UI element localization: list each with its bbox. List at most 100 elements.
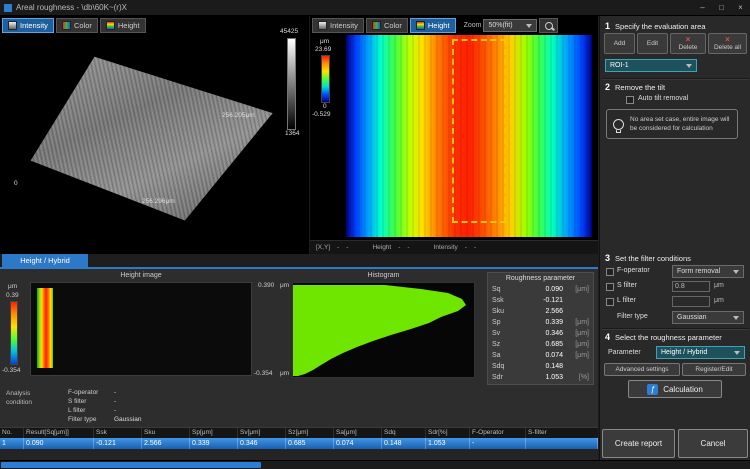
axis-label-origin: 0: [14, 180, 18, 187]
histogram-max-unit: μm: [280, 282, 289, 289]
cancel-button[interactable]: Cancel: [678, 429, 748, 458]
tab-height-hybrid[interactable]: Height / Hybrid: [2, 254, 88, 267]
register-edit-button[interactable]: Register/Edit: [682, 363, 746, 376]
param-value: 0.346: [514, 330, 563, 337]
delete-x-icon: ×: [686, 36, 691, 44]
roughness-row: Sa0.074[μm]: [488, 350, 593, 361]
section-2-number: 2: [605, 82, 610, 92]
height-image-unit: μm: [8, 283, 17, 290]
maximize-button[interactable]: □: [712, 0, 731, 15]
col-header[interactable]: Sv[μm]: [238, 428, 286, 438]
col-header[interactable]: S-filter: [526, 428, 598, 438]
col-header[interactable]: Ssk: [94, 428, 142, 438]
tab-height-hybrid-label: Height / Hybrid: [20, 256, 70, 265]
cancel-button-label: Cancel: [701, 439, 726, 448]
col-header[interactable]: No.: [0, 428, 24, 438]
chevron-down-icon: [734, 351, 740, 355]
chevron-down-icon: [733, 316, 739, 320]
param-name: Sa: [492, 352, 514, 359]
axis-label-x: 256.296μm: [142, 198, 175, 205]
condition-row: F-operator-: [68, 389, 116, 396]
view-3d-toolbar: Intensity Color Height: [2, 18, 146, 33]
color-button-2d-label: Color: [384, 21, 402, 30]
cell: 2.566: [142, 438, 190, 449]
color-button[interactable]: Color: [56, 18, 98, 33]
xy-label: [X,Y]: [316, 244, 330, 251]
param-name: Sdq: [492, 363, 514, 370]
height-button[interactable]: Height: [100, 18, 146, 33]
roi-select[interactable]: ROI-1: [605, 59, 697, 72]
intensity-value-2: -: [474, 244, 476, 251]
evaluation-roi-rectangle[interactable]: [452, 39, 506, 223]
height-map-image[interactable]: [346, 35, 592, 237]
zoom-tool-button[interactable]: [539, 18, 558, 33]
color-icon: [62, 21, 71, 30]
minimize-button[interactable]: –: [693, 0, 712, 15]
form-removal-value: Form removal: [677, 268, 720, 275]
close-button[interactable]: ×: [731, 0, 750, 15]
col-header[interactable]: Sdq: [382, 428, 426, 438]
height-image-min: -0.354: [2, 367, 20, 374]
l-filter-input[interactable]: [672, 296, 710, 307]
col-header[interactable]: Result[Sq[μm]]: [24, 428, 94, 438]
condition-value: -: [114, 407, 116, 414]
s-filter-input[interactable]: [672, 281, 710, 292]
parameter-select[interactable]: Height / Hybrid: [656, 346, 745, 359]
intensity-status-label: Intensity: [434, 244, 458, 251]
filter-type-select[interactable]: Gaussian: [672, 311, 744, 324]
cell: 0.148: [382, 438, 426, 449]
col-header[interactable]: Sz[μm]: [286, 428, 334, 438]
filter-type-value: Gaussian: [677, 314, 707, 321]
height-image-max: 0.39: [6, 292, 19, 299]
param-name: Sq: [492, 286, 514, 293]
zoom-select[interactable]: 50%(fit): [483, 19, 537, 32]
auto-tilt-checkbox[interactable]: [626, 96, 634, 104]
delete-x-icon: ×: [725, 36, 730, 44]
intensity-button-2d-label: Intensity: [330, 21, 358, 30]
intensity-value-1: -: [465, 244, 467, 251]
col-header[interactable]: Sdr[%]: [426, 428, 470, 438]
color-button-2d[interactable]: Color: [366, 18, 408, 33]
xy-value-2: -: [346, 244, 348, 251]
advanced-settings-button[interactable]: Advanced settings: [604, 363, 680, 376]
intensity-button[interactable]: Intensity: [2, 18, 54, 33]
horizontal-scrollbar[interactable]: [0, 460, 750, 469]
param-unit: [μm]: [563, 341, 589, 348]
f-operator-checkbox[interactable]: [606, 268, 614, 276]
l-filter-unit: μm: [714, 297, 724, 304]
calculation-button[interactable]: ƒ Calculation: [628, 380, 722, 398]
colorscale-min: -0.529: [312, 111, 330, 118]
height-value-2: -: [407, 244, 409, 251]
section-3-header: 3 Set the filter conditions: [605, 253, 691, 263]
col-header[interactable]: F-Operator: [470, 428, 526, 438]
col-header[interactable]: Sa[μm]: [334, 428, 382, 438]
col-header[interactable]: Sp[μm]: [190, 428, 238, 438]
cell: -: [470, 438, 526, 449]
section-1-header: 1 Specify the evaluation area: [605, 21, 706, 31]
create-report-button[interactable]: Create report: [602, 429, 675, 458]
scrollbar-thumb[interactable]: [1, 462, 261, 468]
condition-name: Filter type: [68, 416, 114, 423]
form-removal-select[interactable]: Form removal: [672, 265, 744, 278]
l-filter-checkbox[interactable]: [606, 298, 614, 306]
s-filter-label: S filter: [617, 282, 637, 289]
section-4-number: 4: [605, 332, 610, 342]
height-button-2d[interactable]: Height: [410, 18, 456, 33]
delete-all-roi-button[interactable]: × Delete all: [708, 33, 747, 54]
height-image-view[interactable]: [30, 282, 252, 376]
col-header[interactable]: Sku: [142, 428, 190, 438]
intensity-button-2d[interactable]: Intensity: [312, 18, 364, 33]
cell: 1: [0, 438, 24, 449]
height-icon: [416, 21, 425, 30]
condition-name: F-operator: [68, 389, 114, 396]
roughness-row: Sz0.685[μm]: [488, 339, 593, 350]
roughness-parameter-panel: Roughness parameter Sq0.090[μm] Ssk-0.12…: [487, 272, 594, 385]
height-icon: [106, 21, 115, 30]
delete-roi-button[interactable]: × Delete: [670, 33, 706, 54]
histogram-min-unit: μm: [280, 370, 289, 377]
add-roi-button[interactable]: Add: [604, 33, 635, 54]
s-filter-checkbox[interactable]: [606, 283, 614, 291]
edit-roi-button[interactable]: Edit: [637, 33, 668, 54]
table-row-selected[interactable]: 1 0.090 -0.121 2.566 0.339 0.346 0.685 0…: [0, 438, 598, 449]
app-icon: [4, 4, 12, 12]
